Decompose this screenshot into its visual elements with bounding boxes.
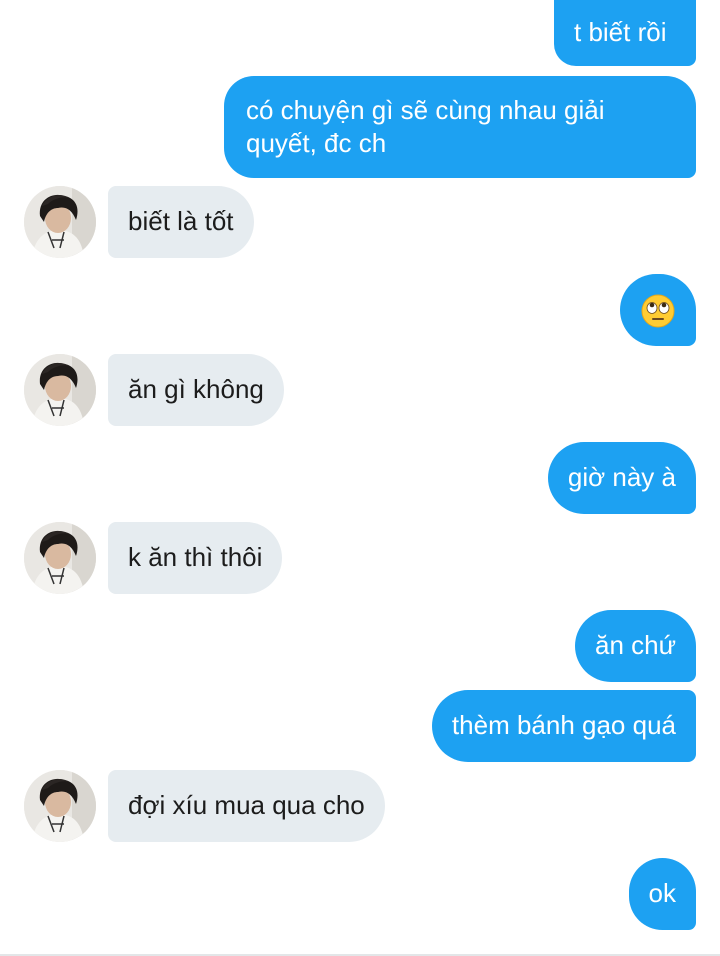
message-text: ăn chứ <box>594 630 676 660</box>
outgoing-message[interactable]: có chuyện gì sẽ cùng nhau giải quyết, đc… <box>224 76 696 178</box>
message-text: biết là tốt <box>128 206 234 236</box>
contact-avatar[interactable] <box>24 770 96 842</box>
message-text: ok <box>648 878 676 908</box>
outgoing-message[interactable] <box>620 274 696 346</box>
outgoing-message[interactable]: giờ này à <box>547 442 696 514</box>
outgoing-message[interactable]: ăn chứ <box>574 610 696 682</box>
outgoing-message[interactable]: ok <box>628 858 696 930</box>
message-text: ăn gì không <box>128 374 264 404</box>
avatar-photo <box>24 522 96 594</box>
chat-thread: t biết rồi có chuyện gì sẽ cùng nhau giả… <box>0 0 720 956</box>
incoming-message[interactable]: đợi xíu mua qua cho <box>108 770 385 842</box>
message-text: k ăn thì thôi <box>128 542 263 572</box>
message-text: đợi xíu mua qua cho <box>128 790 365 820</box>
outgoing-message[interactable]: t biết rồi <box>554 0 696 66</box>
contact-avatar[interactable] <box>24 354 96 426</box>
message-text: giờ này à <box>567 462 676 492</box>
outgoing-message[interactable]: thèm bánh gạo quá <box>431 690 696 762</box>
avatar-photo <box>24 354 96 426</box>
face-with-rolling-eyes-emoji <box>641 294 675 328</box>
message-text: có chuyện gì sẽ cùng nhau giải quyết, đc… <box>246 95 605 158</box>
message-text: thèm bánh gạo quá <box>451 710 676 740</box>
incoming-message[interactable]: biết là tốt <box>108 186 254 258</box>
incoming-message[interactable]: ăn gì không <box>108 354 284 426</box>
avatar-photo <box>24 186 96 258</box>
message-text: t biết rồi <box>574 17 667 47</box>
contact-avatar[interactable] <box>24 522 96 594</box>
incoming-message[interactable]: k ăn thì thôi <box>108 522 283 594</box>
contact-avatar[interactable] <box>24 186 96 258</box>
avatar-photo <box>24 770 96 842</box>
